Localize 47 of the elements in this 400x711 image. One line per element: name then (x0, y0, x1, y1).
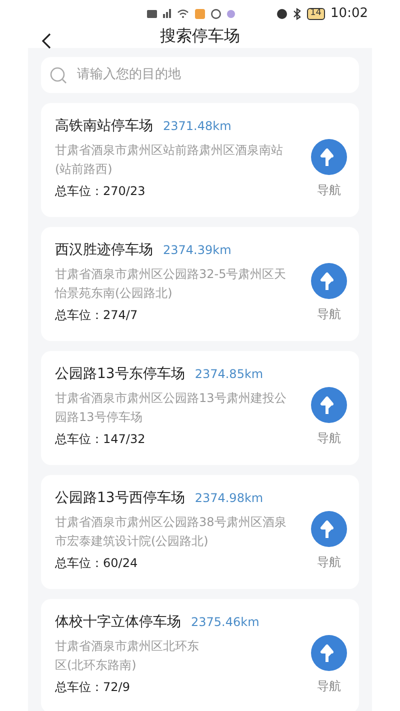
search-field[interactable]: 请输入您的目的地 (41, 56, 359, 92)
address-line: 甘肃省酒泉市肃州区站前路肃州区酒泉南站 (55, 142, 284, 158)
parking-name: 高铁南站停车场 (55, 116, 153, 136)
navigate-button[interactable]: 导航 (307, 387, 351, 447)
navigate-button[interactable]: 导航 (307, 263, 351, 323)
navigate-button[interactable]: 导航 (307, 139, 351, 199)
parking-card[interactable]: 西汉胜迹停车场 2374.39km 甘肃省酒泉市肃州区公园路32-5号肃州区天 怡景苑东南(公园路北) 总车位：274/7 导航 (41, 226, 359, 340)
navigate-button[interactable]: 导航 (307, 511, 351, 571)
circle-icon (211, 8, 222, 19)
address-line: 甘肃省酒泉市肃州区公园路13号肃州建投公 (55, 390, 288, 406)
address-line: (站前路西) (55, 160, 114, 178)
address-line: 甘肃省酒泉市肃州区公园路38号肃州区酒泉 (55, 514, 288, 530)
address-line: 园路13号停车场 (55, 408, 144, 426)
total-spaces: 总车位：60/24 (55, 554, 139, 572)
address-line: 甘肃省酒泉市肃州区北环东 (55, 638, 200, 654)
parking-name: 公园路13号东停车场 (55, 364, 185, 384)
wifi-icon (177, 9, 190, 18)
parking-name: 西汉胜迹停车场 (55, 240, 153, 260)
address-line: 怡景苑东南(公园路北) (55, 284, 174, 302)
address-line: 市宏泰建筑设计院(公园路北) (55, 532, 210, 550)
back-icon[interactable] (41, 32, 51, 48)
alarm-icon (277, 8, 288, 19)
total-spaces: 总车位：147/32 (55, 430, 146, 448)
parking-card[interactable]: 公园路13号东停车场 2374.85km 甘肃省酒泉市肃州区公园路13号肃州建投公 园路13号停车场 总车位：147/32 导航 (41, 350, 359, 464)
navigate-button[interactable]: 导航 (307, 635, 351, 695)
total-spaces: 总车位：274/7 (55, 306, 139, 324)
search-icon (50, 66, 67, 84)
distance: 2374.98km (194, 490, 264, 506)
distance: 2374.85km (194, 366, 264, 382)
address-line: 甘肃省酒泉市肃州区公园路32-5号肃州区天 (55, 266, 288, 282)
parking-card[interactable]: 体校十字立体停车场 2375.46km 甘肃省酒泉市肃州区北环东 区(北环东路南) 总车位：72/9 导航 (41, 598, 359, 711)
status-time: 10:02 (330, 5, 368, 23)
bluetooth-icon (293, 8, 302, 20)
total-spaces: 总车位：72/9 (55, 678, 131, 696)
signal-icon (163, 9, 172, 18)
distance: 2374.39km (163, 242, 232, 258)
parking-name: 公园路13号西停车场 (55, 488, 185, 508)
page-title: 搜索停车场 (160, 24, 240, 46)
total-spaces: 总车位：270/23 (55, 182, 146, 200)
dot-icon (227, 10, 236, 18)
distance: 2375.46km (191, 614, 260, 630)
distance: 2371.48km (163, 118, 232, 134)
parking-card[interactable]: 高铁南站停车场 2371.48km 甘肃省酒泉市肃州区站前路肃州区酒泉南站 (站前路西) 总车位：270/23 导航 (41, 102, 359, 216)
parking-name: 体校十字立体停车场 (55, 612, 181, 632)
app-notification-icon (195, 8, 206, 19)
parking-card[interactable]: 公园路13号西停车场 2374.98km 甘肃省酒泉市肃州区公园路38号肃州区酒泉 市宏泰建筑设计院(公园路北) 总车位：60/24 导航 (41, 474, 359, 588)
address-line: 区(北环东路南) (55, 656, 138, 674)
